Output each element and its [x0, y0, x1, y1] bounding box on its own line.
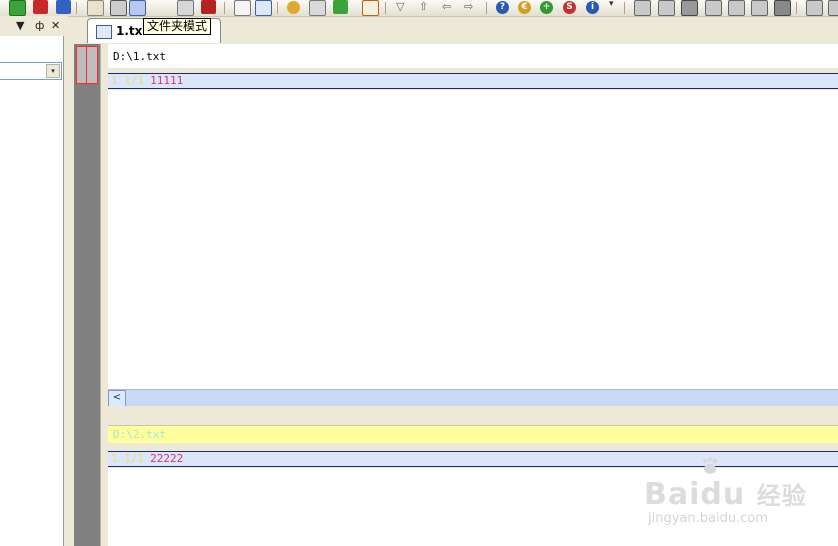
- toolbar-separator: [277, 2, 278, 14]
- save-icon[interactable]: [681, 0, 698, 16]
- edit-icon[interactable]: [806, 0, 823, 16]
- new-star-icon[interactable]: [9, 0, 26, 16]
- toolbar-separator: [624, 2, 625, 14]
- paw-icon: [702, 456, 718, 474]
- list-icon[interactable]: [56, 0, 71, 14]
- line-text: 22222: [150, 452, 184, 465]
- bottom-pane-divider: [108, 443, 838, 450]
- document-icon: [96, 25, 112, 39]
- left-panel-header: ▼ ф ✕: [0, 16, 68, 36]
- record-icon[interactable]: S: [563, 1, 576, 14]
- wave-icon[interactable]: [333, 0, 348, 14]
- layout-icon[interactable]: [255, 0, 272, 16]
- binary-icon[interactable]: [110, 0, 127, 16]
- tab-label: 1.tx: [116, 24, 143, 38]
- panel-icon-1[interactable]: [634, 0, 651, 16]
- panel-icon-5[interactable]: [751, 0, 768, 16]
- baidu-watermark: Baidu 经验 jingyan.baidu.com: [640, 456, 820, 536]
- gear-icon[interactable]: [287, 1, 300, 14]
- scroll-left-icon[interactable]: <: [108, 390, 126, 407]
- watermark-url: jingyan.baidu.com: [648, 511, 768, 526]
- line-number: 1 1/1: [111, 74, 145, 87]
- gutter-separator: [100, 44, 108, 546]
- arrow-left-icon[interactable]: ⇦: [442, 1, 451, 13]
- editor-gutter: [74, 44, 100, 546]
- pin-icon[interactable]: ф: [35, 19, 44, 33]
- folder-mode-tooltip: 文件夹模式: [143, 18, 212, 35]
- arrow-up-icon[interactable]: ⇧: [419, 1, 428, 13]
- toolbar-separator: [486, 2, 487, 14]
- horizontal-scrollbar[interactable]: <: [108, 389, 838, 407]
- line-number: 1 1/1: [111, 452, 145, 465]
- toolbar-separator: [224, 2, 225, 14]
- columns-red-icon[interactable]: [201, 0, 216, 14]
- left-panel: [0, 36, 64, 546]
- calendar-icon[interactable]: [362, 0, 379, 16]
- bookmark-red-icon[interactable]: [33, 0, 48, 14]
- window-icon[interactable]: [177, 0, 194, 16]
- left-panel-dropdown[interactable]: ▾: [0, 62, 62, 80]
- filter-down-icon[interactable]: ▽: [396, 1, 404, 13]
- keyboard-icon[interactable]: [774, 0, 791, 16]
- watermark-brand: Baidu 经验: [644, 477, 807, 512]
- toolbar-separator: [385, 2, 386, 14]
- top-file-path: D:\1.txt: [113, 50, 166, 63]
- panel-icon-3[interactable]: [705, 0, 722, 16]
- add-icon[interactable]: +: [540, 1, 553, 14]
- bottom-path-bar: D:\2.txt: [108, 425, 838, 443]
- top-pane-divider: [108, 68, 838, 72]
- book-icon[interactable]: [234, 0, 251, 16]
- toolbar-overflow-icon[interactable]: ▾: [609, 0, 614, 9]
- toolbar-separator: [76, 2, 77, 14]
- toolbar-separator: [796, 2, 797, 14]
- main-toolbar: ▽ ⇧ ⇦ ⇨ ? € + S i ▾: [0, 0, 838, 17]
- arrow-right-icon[interactable]: ⇨: [464, 1, 473, 13]
- help-icon[interactable]: ?: [496, 1, 509, 14]
- top-editor-area[interactable]: [108, 90, 838, 389]
- change-marker[interactable]: [76, 46, 98, 84]
- panel-menu-icon[interactable]: ▼: [16, 19, 24, 33]
- bottom-file-path: D:\2.txt: [113, 428, 166, 441]
- line-text: 11111: [150, 74, 184, 87]
- coin-icon[interactable]: €: [518, 1, 531, 14]
- chevron-down-icon[interactable]: ▾: [46, 64, 60, 78]
- panel-icon-4[interactable]: [728, 0, 745, 16]
- top-highlighted-line[interactable]: 1 1/1 11111: [108, 73, 838, 89]
- close-icon[interactable]: ✕: [51, 19, 60, 33]
- top-path-bar: D:\1.txt: [108, 44, 838, 68]
- pane-splitter[interactable]: [108, 406, 838, 424]
- panel-icon-2[interactable]: [658, 0, 675, 16]
- settings-list-icon[interactable]: [309, 0, 326, 16]
- view-icon[interactable]: [828, 0, 838, 16]
- doc-list-icon[interactable]: [87, 0, 104, 16]
- folder-mode-icon[interactable]: [129, 0, 146, 16]
- info-icon[interactable]: i: [586, 1, 599, 14]
